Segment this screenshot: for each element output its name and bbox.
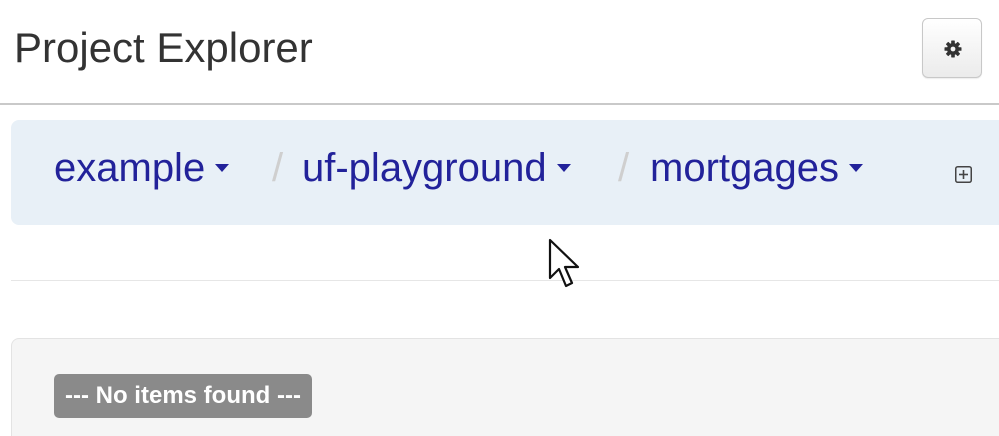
project-explorer-page: Project Explorer example / uf-playground… [0, 0, 999, 436]
settings-button[interactable] [922, 18, 982, 78]
header: Project Explorer [0, 0, 999, 105]
breadcrumb-item-project[interactable]: mortgages [650, 146, 863, 191]
caret-down-icon [848, 164, 863, 173]
breadcrumb-separator: / [618, 146, 630, 190]
caret-down-icon [556, 164, 571, 173]
breadcrumb-item-repository[interactable]: uf-playground [302, 146, 571, 191]
expand-square-icon[interactable] [955, 166, 972, 183]
breadcrumb-separator: / [272, 146, 284, 190]
mouse-cursor-icon [548, 238, 580, 288]
gear-icon [944, 40, 962, 58]
page-title: Project Explorer [14, 24, 313, 71]
breadcrumb-label: uf-playground [302, 146, 547, 190]
empty-list-badge: --- No items found --- [54, 374, 312, 418]
caret-down-icon [215, 164, 230, 173]
header-divider [0, 103, 999, 105]
breadcrumb-item-organization[interactable]: example [54, 146, 230, 191]
breadcrumb-label: mortgages [650, 146, 839, 190]
breadcrumb-label: example [54, 146, 206, 190]
section-divider [11, 280, 999, 281]
